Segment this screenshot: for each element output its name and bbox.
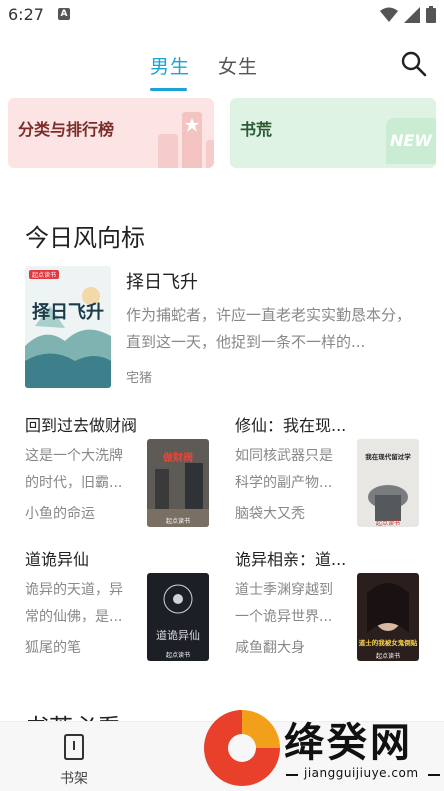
- book-author: 小鱼的命运: [25, 506, 95, 522]
- book-item[interactable]: 诡异相亲：道... 道士季渊穿越到一个诡异世界... 咸鱼翻大身 道士的我被女鬼…: [235, 546, 435, 666]
- watermark-logo-icon: [204, 710, 280, 786]
- book-author: 脑袋大又秃: [235, 506, 305, 522]
- book-desc: 诡异的天道，异常的仙佛，是...: [25, 582, 123, 625]
- category-ranking-card[interactable]: 分类与排行榜: [8, 98, 214, 168]
- cover-title: 道诡异仙: [156, 628, 200, 642]
- top-tab-bar: 男生 女生: [0, 30, 444, 96]
- cover-title: 择日飞升: [32, 301, 104, 323]
- book-cover: 道士的我被女鬼倒贴 起点读书: [357, 573, 419, 661]
- watermark-logo: 绛癸网 jiangguijiuye.com: [200, 706, 444, 791]
- cover-brand: 起点读书: [166, 517, 190, 525]
- watermark-text: 绛癸网: [284, 720, 413, 766]
- signal-icon: [404, 6, 420, 23]
- nav-bookshelf-label: 书架: [60, 771, 88, 787]
- watermark-url: jiangguijiuye.com: [304, 766, 419, 780]
- new-badge: NEW: [386, 118, 436, 164]
- book-shortage-card[interactable]: 书荒 NEW: [230, 98, 436, 168]
- tab-male[interactable]: 男生: [150, 52, 190, 79]
- featured-book-cover[interactable]: 起点读书 择日飞升: [25, 266, 111, 388]
- battery-icon: [426, 6, 436, 23]
- book-cover: 我在现代留过学 起点读书: [357, 439, 419, 527]
- book-title: 诡异相亲：道...: [235, 550, 347, 569]
- book-desc: 道士季渊穿越到一个诡异世界...: [235, 582, 333, 625]
- status-icons: [380, 6, 436, 23]
- status-bar: 6:27 A: [0, 0, 444, 30]
- ranking-bar-decoration: [158, 134, 178, 168]
- cover-brand: 起点读书: [376, 652, 400, 660]
- book-title: 修仙：我在现...: [235, 416, 347, 435]
- wifi-icon: [380, 7, 398, 22]
- nav-bookshelf[interactable]: 书架: [52, 734, 96, 788]
- book-author: 咸鱼翻大身: [235, 640, 305, 656]
- book-cover: 做财阀 起点读书: [147, 439, 209, 527]
- featured-book-author: 宅猪: [126, 371, 153, 386]
- book-author: 狐尾的笔: [25, 640, 81, 656]
- book-desc: 如同核武器只是科学的副产物...: [235, 448, 333, 491]
- search-icon[interactable]: [400, 50, 428, 78]
- book-shortage-label: 书荒: [240, 120, 273, 139]
- star-icon: [185, 118, 199, 132]
- cover-brand: 起点读书: [166, 651, 190, 659]
- ranking-bar-decoration: [206, 140, 214, 168]
- featured-book-desc: 作为捕蛇者，许应一直老老实实勤恳本分，直到这一天，他捉到一条不一样的...: [126, 306, 412, 351]
- cover-title: 做财阀: [162, 451, 193, 464]
- tab-female[interactable]: 女生: [218, 52, 258, 79]
- watermark-rule: [428, 774, 440, 776]
- cover-title: 我在现代留过学: [365, 452, 411, 461]
- featured-book-title[interactable]: 择日飞升: [126, 268, 198, 294]
- cover-art: 起点读书 择日飞升: [25, 266, 111, 388]
- status-time: 6:27: [8, 5, 44, 24]
- category-ranking-label: 分类与排行榜: [18, 120, 115, 139]
- cover-brand: 起点读书: [376, 519, 400, 527]
- notification-a-icon: A: [58, 8, 70, 20]
- book-title: 回到过去做财阀: [25, 416, 138, 435]
- section-title-trending: 今日风向标: [25, 224, 145, 252]
- cover-brand: 起点读书: [32, 271, 56, 279]
- book-desc: 这是一个大洗牌的时代，旧霸...: [25, 448, 123, 491]
- book-title: 道诡异仙: [25, 550, 90, 569]
- book-item[interactable]: 道诡异仙 诡异的天道，异常的仙佛，是... 狐尾的笔 道诡异仙 起点读书: [25, 546, 225, 666]
- watermark-rule: [286, 774, 298, 776]
- book-item[interactable]: 回到过去做财阀 这是一个大洗牌的时代，旧霸... 小鱼的命运 做财阀 起点读书: [25, 412, 225, 532]
- bookshelf-icon: [64, 734, 84, 760]
- cover-title: 道士的我被女鬼倒贴: [359, 638, 418, 647]
- book-cover: 道诡异仙 起点读书: [147, 573, 209, 661]
- active-tab-indicator: [150, 88, 187, 91]
- book-item[interactable]: 修仙：我在现... 如同核武器只是科学的副产物... 脑袋大又秃 我在现代留过学…: [235, 412, 435, 532]
